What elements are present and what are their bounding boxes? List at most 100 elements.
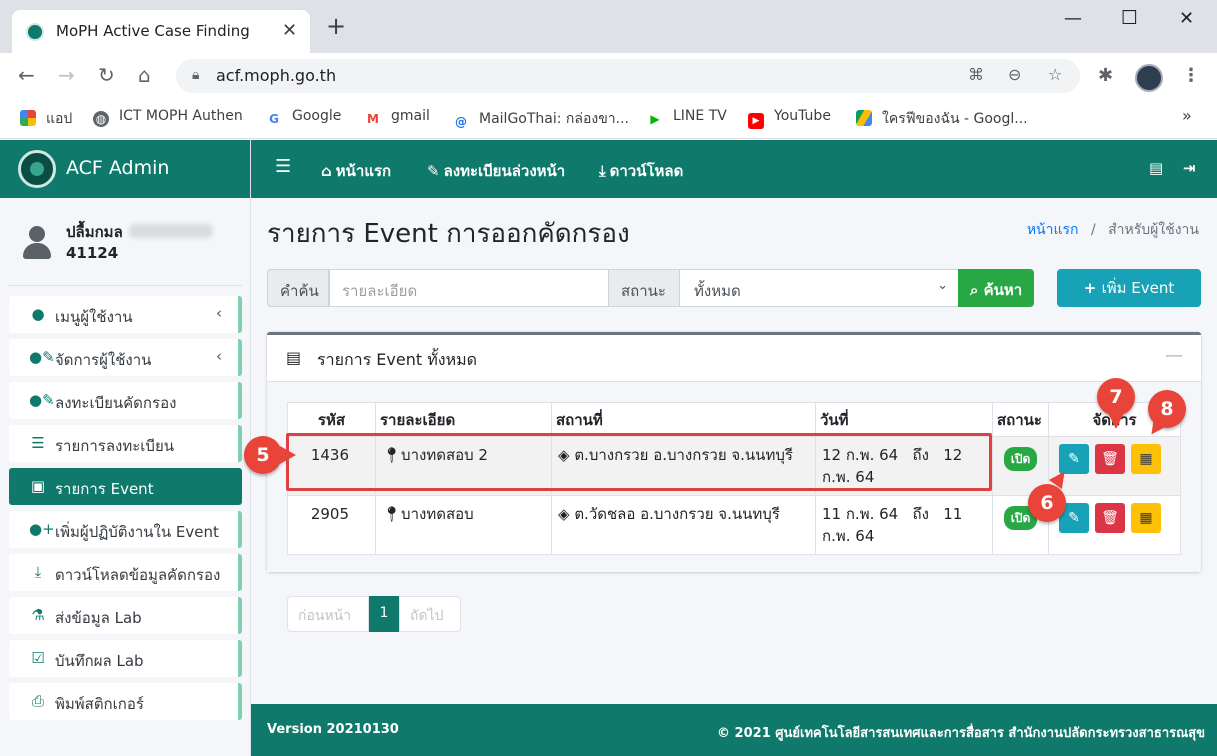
minimize-icon[interactable]: —: [1064, 8, 1082, 29]
user-icon: ●: [31, 305, 45, 323]
bookmark-google[interactable]: G Google: [266, 108, 341, 127]
status-select[interactable]: ทั้งหมด ⌄: [679, 269, 959, 307]
col-date: วันที่: [815, 402, 993, 437]
tab-title: MoPH Active Case Finding: [56, 22, 250, 40]
callout-7: 7: [1097, 378, 1135, 416]
bookmark-gmail[interactable]: Mgmail: [365, 108, 430, 127]
version-text: Version 20210130: [267, 722, 399, 737]
add-event-button[interactable]: + เพิ่ม Event: [1057, 269, 1201, 307]
status-badge: เปิด: [1003, 447, 1038, 471]
sidebar-item-manage-users[interactable]: ●✎ จัดการผู้ใช้งาน ‹: [9, 339, 242, 376]
search-button[interactable]: ⌕ ค้นหา: [958, 269, 1035, 307]
download-icon: ⤓: [34, 563, 42, 581]
user-edit-icon: ●✎: [29, 391, 55, 409]
copyright-text: © 2021 ศูนย์เทคโนโลยีสารสนเทศและการสื่อส…: [717, 726, 1205, 741]
qr-code-button[interactable]: ▦: [1131, 444, 1161, 474]
logout-icon[interactable]: ⇥: [1183, 159, 1196, 177]
col-place: สถานที่: [551, 402, 816, 437]
forward-icon[interactable]: →: [58, 64, 75, 86]
breadcrumb: หน้าแรก / สำหรับผู้ใช้งาน: [1027, 219, 1199, 241]
delete-button[interactable]: 🗑︎: [1095, 503, 1125, 533]
tab-close-icon[interactable]: ✕: [282, 20, 297, 41]
lock-icon[interactable]: 🔒︎: [192, 67, 199, 83]
address-bar[interactable]: 🔒︎ acf.moph.go.th ⌘ ⊖ ☆: [176, 59, 1080, 93]
maximize-icon[interactable]: ☐: [1121, 7, 1138, 29]
sidebar-item-add-event-staff[interactable]: ●+ เพิ่มผู้ปฏิบัติงานใน Event: [9, 511, 242, 548]
bookmark-line-tv[interactable]: ▶ LINE TV: [647, 108, 726, 127]
delete-button[interactable]: 🗑︎: [1095, 444, 1125, 474]
pager-page-1[interactable]: 1: [369, 596, 399, 632]
translate-icon[interactable]: ⌘: [968, 65, 984, 84]
bookmark-youtube[interactable]: ▶ YouTube: [748, 108, 831, 129]
chevron-left-icon: ‹: [216, 304, 222, 322]
bookmark-mailgothai[interactable]: @ MailGoThai: กล่องขา...: [453, 108, 629, 130]
extensions-icon[interactable]: ✱: [1098, 65, 1113, 86]
browser-tab-strip: MoPH Active Case Finding ✕ + — ☐ ✕: [0, 0, 1217, 53]
gmail-icon: M: [367, 112, 379, 126]
bookmarks-bar: แอป ◍ ICT MOPH Authen G Google Mgmail @ Mai…: [0, 99, 1217, 139]
home-icon[interactable]: ⌂: [138, 64, 151, 86]
callout-6: 6: [1028, 484, 1066, 522]
sidebar-item-download-screening[interactable]: ⤓ ดาวน์โหลดข้อมูลคัดกรอง: [9, 554, 242, 591]
id-card-icon[interactable]: ▤: [1149, 159, 1163, 177]
edit-button[interactable]: ✎: [1059, 444, 1089, 474]
top-navbar: ☰ ⌂ หน้าแรก ✎ ลงทะเบียนล่วงหน้า ⤓ ดาวน์โหลด…: [251, 140, 1217, 198]
calendar-check-icon: ▣: [30, 477, 46, 495]
clipboard-check-icon: ☑: [31, 649, 45, 667]
cell-place: ◈ ต.วัดชลอ อ.บางกรวย จ.นนทบุรี: [551, 495, 816, 555]
globe-icon: ◍: [93, 111, 109, 127]
status-label: สถานะ: [608, 269, 680, 307]
printer-icon: ⎙: [31, 692, 44, 710]
hamburger-menu-icon[interactable]: ☰: [275, 156, 291, 177]
moph-favicon-icon: [26, 23, 44, 41]
sidebar-item-user-menu[interactable]: ● เมนูผู้ใช้งาน ‹: [9, 296, 242, 333]
sidebar-item-register-screening[interactable]: ●✎ ลงทะเบียนคัดกรอง: [9, 382, 242, 419]
cell-actions: ✎ 🗑︎ ▦: [1048, 495, 1181, 555]
nav-download[interactable]: ⤓ ดาวน์โหลด: [599, 159, 683, 183]
sidebar-item-send-lab[interactable]: ⚗ ส่งข้อมูล Lab: [9, 597, 242, 634]
brand-header[interactable]: ACF Admin: [0, 140, 250, 198]
nav-preregister[interactable]: ✎ ลงทะเบียนล่วงหน้า: [427, 159, 565, 183]
cell-actions: ✎ 🗑︎ ▦: [1048, 436, 1181, 496]
profile-avatar[interactable]: [1135, 64, 1163, 92]
chrome-menu-icon[interactable]: ⋮: [1182, 65, 1200, 86]
bookmark-ict-moph[interactable]: ◍ ICT MOPH Authen: [93, 108, 243, 127]
breadcrumb-separator: /: [1090, 222, 1096, 238]
home-icon: ⌂: [321, 162, 332, 180]
bookmarks-overflow[interactable]: »: [1182, 106, 1192, 125]
sidebar-item-record-lab[interactable]: ☑ บันทึกผล Lab: [9, 640, 242, 677]
search-input[interactable]: รายละเอียด: [329, 269, 609, 307]
breadcrumb-current: สำหรับผู้ใช้งาน: [1108, 222, 1199, 238]
nav-home[interactable]: ⌂ หน้าแรก: [321, 159, 391, 183]
google-icon: G: [269, 112, 279, 126]
pager-prev[interactable]: ก่อนหน้า: [287, 596, 369, 632]
user-edit-icon: ●✎: [29, 348, 55, 366]
id-card-icon: ▤: [286, 348, 302, 367]
user-name[interactable]: ปลื้มกมล: [66, 220, 213, 244]
new-tab-icon[interactable]: +: [326, 14, 346, 38]
back-icon[interactable]: ←: [18, 64, 35, 86]
bookmark-google-drive[interactable]: ใครฟีของฉัน - Googl...: [856, 108, 1028, 130]
col-status: สถานะ: [992, 402, 1049, 437]
mail-icon: @: [455, 115, 467, 129]
bookmark-star-icon[interactable]: ☆: [1048, 65, 1062, 84]
reload-icon[interactable]: ↻: [98, 64, 115, 86]
breadcrumb-home[interactable]: หน้าแรก: [1027, 222, 1079, 238]
sidebar-item-print-sticker[interactable]: ⎙ พิมพ์สติกเกอร์: [9, 683, 242, 720]
zoom-icon[interactable]: ⊖: [1008, 65, 1021, 84]
drive-icon: [856, 110, 872, 126]
collapse-icon[interactable]: —: [1165, 345, 1183, 366]
sidebar-item-event-list[interactable]: ▣ รายการ Event: [9, 468, 242, 505]
browser-tab[interactable]: MoPH Active Case Finding ✕: [12, 10, 310, 53]
bookmark-apps[interactable]: แอป: [20, 108, 72, 130]
qr-code-button[interactable]: ▦: [1131, 503, 1161, 533]
window-close-icon[interactable]: ✕: [1179, 8, 1194, 29]
pager-next[interactable]: ถัดไป: [399, 596, 461, 632]
app-sidebar: ACF Admin ปลื้มกมล 41124 ● เมนูผู้ใช้งาน ‹…: [0, 140, 251, 756]
sidebar-item-registration-list[interactable]: ☰ รายการลงทะเบียน: [9, 425, 242, 462]
plus-icon: +: [1083, 279, 1102, 297]
callout-5-pointer: [280, 446, 296, 464]
map-pin-icon: 📍︎: [382, 505, 402, 523]
search-icon: ⌕: [970, 281, 984, 299]
youtube-icon: ▶: [748, 113, 764, 129]
